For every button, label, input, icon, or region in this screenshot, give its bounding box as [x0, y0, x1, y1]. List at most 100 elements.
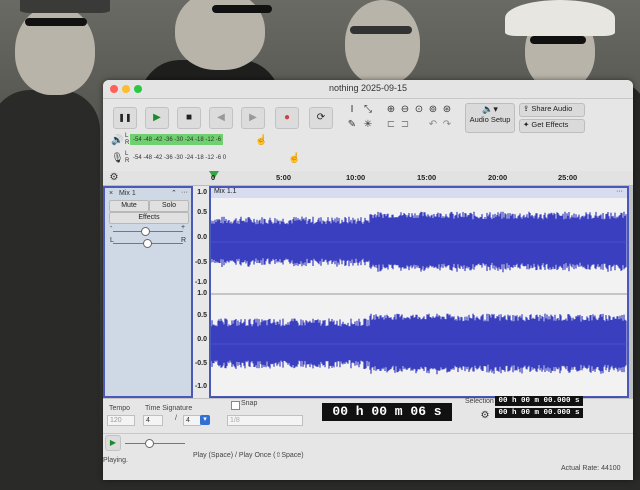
draw-tool-icon[interactable]: ✎ — [346, 119, 358, 131]
ruler-tick: 0 — [211, 173, 216, 182]
skip-to-end-button[interactable]: ▶ — [241, 107, 265, 129]
time-sig-slash: / — [175, 415, 177, 422]
timeline-settings-icon[interactable]: ⚙ — [108, 172, 120, 184]
selection-end[interactable]: 00 h 00 m 00.000 s — [495, 408, 583, 418]
share-audio-button[interactable]: ⇪ Share Audio — [519, 103, 585, 117]
bottom-bar: Tempo 120 Time Signature 4 / 4 ▾ Snap 1/… — [103, 396, 633, 480]
multi-tool-icon[interactable]: ✳ — [362, 119, 374, 131]
ruler-tick: 20:00 — [488, 173, 508, 182]
audio-clip[interactable]: Mix 1.1 ··· — [209, 186, 629, 398]
zoom-in-icon[interactable]: ⊕ — [385, 104, 397, 116]
selection-tool-icon[interactable]: I — [346, 104, 358, 116]
glasses — [25, 18, 87, 26]
fit-project-icon[interactable]: ⊚ — [427, 104, 439, 116]
scale-label: -1.0 — [194, 279, 207, 286]
timeline-ruler[interactable]: ⚙ 0 5:00 10:00 15:00 20:00 25:00 — [103, 171, 633, 186]
trim-icon[interactable]: ⊏ — [385, 119, 397, 131]
scale-label: -0.5 — [194, 259, 207, 266]
audacity-window: nothing 2025-09-15 ❚❚ ▶ ■ ◀ ▶ ● ⟳ I ⤡ ✎ … — [103, 80, 633, 480]
waveform[interactable] — [211, 198, 627, 396]
clip-header[interactable]: Mix 1.1 ··· — [211, 188, 627, 198]
track-menu-icon[interactable]: ··· — [181, 189, 188, 196]
amplitude-scale: 1.0 0.5 0.0 -0.5 -1.0 1.0 0.5 0.0 -0.5 -… — [193, 186, 209, 398]
playing-status: Playing. — [103, 457, 128, 464]
selection-label: Selection — [465, 398, 494, 405]
track-name[interactable]: Mix 1 — [119, 190, 136, 197]
gain-slider-thumb[interactable] — [141, 227, 150, 236]
solo-button[interactable]: Solo — [149, 200, 189, 212]
ruler-tick: 5:00 — [276, 173, 292, 182]
record-volume-handle-icon[interactable]: ☝ — [288, 153, 300, 165]
fit-selection-icon[interactable]: ⊙ — [413, 104, 425, 116]
toolbar: ❚❚ ▶ ■ ◀ ▶ ● ⟳ I ⤡ ✎ ✳ ⊕ ⊖ ⊙ ⊚ ⊛ ⊏ ⊐ ↶ ↷… — [103, 99, 633, 172]
track-area: × Mix 1 ⌃ ··· Mute Solo Effects - + L R … — [103, 186, 633, 398]
play-button[interactable]: ▶ — [145, 107, 169, 129]
glasses — [530, 36, 586, 44]
redo-icon[interactable]: ↷ — [441, 119, 453, 131]
get-effects-button[interactable]: ✦ Get Effects — [519, 119, 585, 133]
time-sig-numerator[interactable]: 4 — [143, 415, 163, 426]
track-control-panel[interactable]: × Mix 1 ⌃ ··· Mute Solo Effects - + L R — [103, 186, 193, 398]
zoom-out-icon[interactable]: ⊖ — [399, 104, 411, 116]
snap-select[interactable]: 1/8 — [227, 415, 303, 426]
time-display[interactable]: 00 h 00 m 06 s — [322, 403, 452, 421]
undo-icon[interactable]: ↶ — [427, 119, 439, 131]
gain-minus-label: - — [110, 224, 113, 231]
tempo-label: Tempo — [109, 405, 131, 412]
playback-speaker-icon: 🔊 — [111, 135, 124, 146]
person-body — [0, 90, 100, 490]
tempo-field[interactable]: 120 — [107, 415, 135, 426]
close-track-icon[interactable]: × — [109, 190, 113, 197]
scale-label: -0.5 — [194, 360, 207, 367]
pause-button[interactable]: ❚❚ — [113, 107, 137, 129]
scale-label: 0.5 — [197, 209, 207, 216]
microphone-icon: 🎙 — [111, 153, 124, 164]
collapse-track-icon[interactable]: ⌃ — [171, 189, 177, 197]
audio-setup-button[interactable]: 🔈▾ Audio Setup — [465, 103, 515, 133]
scale-label: -1.0 — [194, 383, 207, 390]
share-audio-label: Share Audio — [531, 104, 573, 113]
time-sig-dropdown-icon[interactable]: ▾ — [200, 415, 210, 425]
hat — [20, 0, 110, 13]
mute-button[interactable]: Mute — [109, 200, 149, 212]
speaker-icon: 🔈▾ — [482, 104, 498, 114]
snap-checkbox[interactable] — [231, 401, 240, 410]
window-title: nothing 2025-09-15 — [328, 83, 408, 93]
ruler-tick: 15:00 — [417, 173, 437, 182]
time-signature-label: Time Signature — [145, 405, 193, 412]
divider — [103, 433, 633, 434]
ruler-tick: 10:00 — [346, 173, 366, 182]
clip-menu-icon[interactable]: ··· — [616, 188, 623, 195]
playback-volume-handle-icon[interactable]: ☝ — [255, 135, 267, 147]
scale-label: 1.0 — [197, 189, 207, 196]
playback-meter-ticks: -54 -48 -42 -36 -30 -24 -18 -12 -6 — [133, 137, 222, 143]
record-button[interactable]: ● — [275, 107, 299, 129]
silence-icon[interactable]: ⊐ — [399, 119, 411, 131]
play-at-speed-button[interactable]: ▶ — [105, 435, 121, 451]
playback-meter-channels: L R — [125, 133, 130, 146]
hat — [505, 0, 615, 36]
pan-slider-thumb[interactable] — [143, 239, 152, 248]
glasses — [212, 5, 272, 13]
play-speed-slider[interactable] — [125, 443, 185, 444]
envelope-tool-icon[interactable]: ⤡ — [362, 104, 374, 116]
get-effects-label: Get Effects — [531, 120, 569, 129]
stop-button[interactable]: ■ — [177, 107, 201, 129]
record-meter-ticks: -54 -48 -42 -36 -30 -24 -18 -12 -6 0 — [133, 155, 227, 161]
selection-settings-icon[interactable]: ⚙ — [479, 410, 491, 422]
skip-to-start-button[interactable]: ◀ — [209, 107, 233, 129]
loop-button[interactable]: ⟳ — [309, 107, 333, 129]
scale-label: 1.0 — [197, 290, 207, 297]
person-head — [345, 0, 420, 85]
play-speed-thumb[interactable] — [145, 439, 154, 448]
ruler-tick: 25:00 — [558, 173, 578, 182]
scale-label: 0.0 — [197, 234, 207, 241]
zoom-toggle-icon[interactable]: ⊛ — [441, 104, 453, 116]
title-bar: nothing 2025-09-15 — [103, 80, 633, 99]
time-sig-denominator[interactable]: 4 — [183, 415, 201, 426]
effects-button[interactable]: Effects — [109, 212, 189, 224]
record-meter-channels: L R — [125, 151, 130, 164]
selection-start[interactable]: 00 h 00 m 00.000 s — [495, 396, 583, 406]
scale-label: 0.0 — [197, 336, 207, 343]
scale-label: 0.5 — [197, 312, 207, 319]
